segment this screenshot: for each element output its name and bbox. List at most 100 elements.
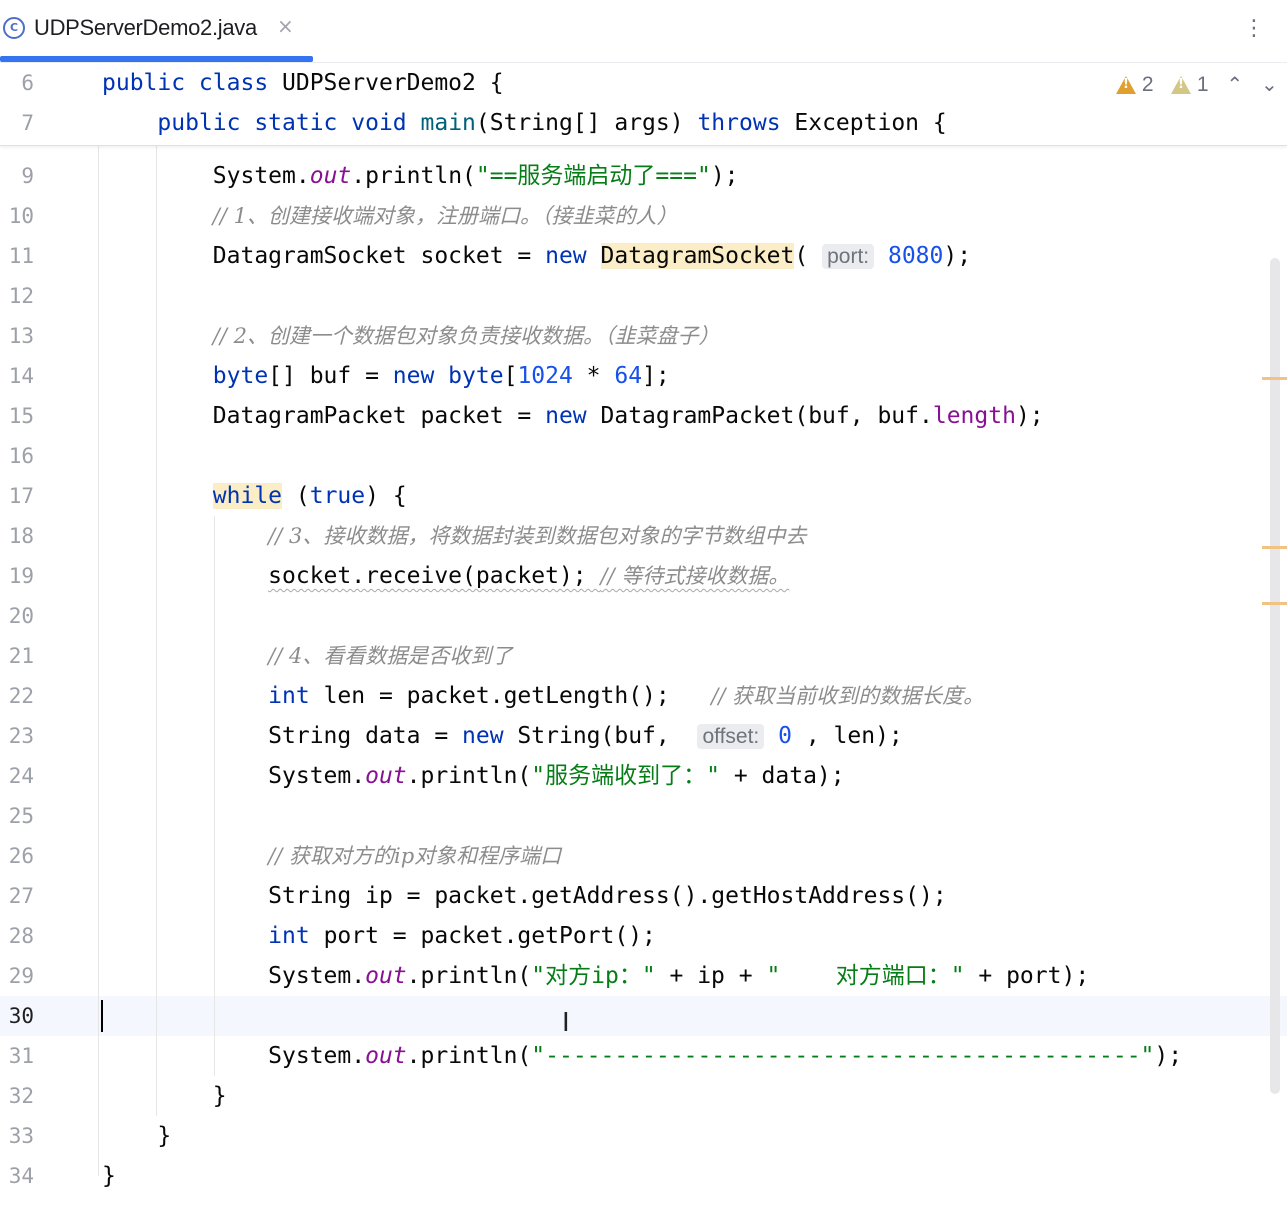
code-text: } <box>102 1123 172 1149</box>
code-text: System.out.println("==服务端启动了==="); <box>102 163 739 189</box>
code-line[interactable]: 10 // 1、创建接收端对象，注册端口。（接韭菜的人） <box>0 196 1287 236</box>
code-line[interactable]: 9 System.out.println("==服务端启动了==="); <box>0 156 1287 196</box>
code-line[interactable]: 26 // 获取对方的ip对象和程序端口 <box>0 836 1287 876</box>
close-icon[interactable]: × <box>277 14 294 38</box>
code-line[interactable]: 16 <box>0 436 1287 476</box>
vertical-scrollbar[interactable] <box>1270 258 1280 1094</box>
line-number: 14 <box>8 364 34 388</box>
code-text: } <box>102 1083 227 1109</box>
more-options-icon[interactable]: ⋮ <box>1243 14 1265 44</box>
line-number: 12 <box>8 284 34 308</box>
code-text: while (true) { <box>212 483 407 509</box>
code-line[interactable]: 17 while (true) { <box>0 476 1287 516</box>
line-number: 19 <box>8 564 34 588</box>
line-number: 23 <box>8 724 34 748</box>
code-line[interactable]: 32 } <box>0 1076 1287 1116</box>
code-text: System.out.println("对方ip：" + ip + " 对方端口… <box>102 963 1090 989</box>
code-line[interactable]: 11 DatagramSocket socket = new DatagramS… <box>0 236 1287 276</box>
indent-guide <box>156 146 157 1116</box>
java-class-icon: C <box>3 17 25 39</box>
line-number: 11 <box>8 244 34 268</box>
line-number: 20 <box>8 604 34 628</box>
line-number: 30 <box>8 1004 34 1028</box>
indent-guide <box>98 146 99 1176</box>
code-line[interactable]: 24 System.out.println("服务端收到了：" + data); <box>0 756 1287 796</box>
code-text: String data = new String(buf, offset: 0 … <box>102 723 903 749</box>
code-text: socket.receive(packet); // 等待式接收数据。 <box>268 563 790 589</box>
warning-stripe-marker[interactable] <box>1262 602 1287 605</box>
code-text: // 获取对方的ip对象和程序端口 <box>268 844 562 868</box>
line-number: 16 <box>8 444 34 468</box>
line-number: 28 <box>8 924 34 948</box>
code-text: public static void main(String[] args) t… <box>157 110 947 136</box>
warning-icon <box>1116 76 1136 95</box>
line-number: 22 <box>8 684 34 708</box>
line-number: 26 <box>8 844 34 868</box>
inspection-widget[interactable]: 2 1 ⌃ ⌄ <box>1116 72 1278 100</box>
code-text: DatagramSocket socket = new DatagramSock… <box>102 243 972 269</box>
code-line[interactable]: 12 <box>0 276 1287 316</box>
code-line[interactable]: 22 int len = packet.getLength(); // 获取当前… <box>0 676 1287 716</box>
code-line[interactable]: 34} <box>0 1156 1287 1196</box>
code-line[interactable]: 28 int port = packet.getPort(); <box>0 916 1287 956</box>
code-line[interactable]: 15 DatagramPacket packet = new DatagramP… <box>0 396 1287 436</box>
warning-stripe-marker[interactable] <box>1262 377 1287 380</box>
code-line[interactable]: 14 byte[] buf = new byte[1024 * 64]; <box>0 356 1287 396</box>
file-tab[interactable]: C UDPServerDemo2.java × <box>0 0 313 62</box>
code-text: // 2、创建一个数据包对象负责接收数据。（韭菜盘子） <box>212 324 720 348</box>
code-line-current[interactable]: 30 <box>0 996 1287 1036</box>
code-text: String ip = packet.getAddress().getHostA… <box>102 883 947 909</box>
code-line[interactable]: 25 <box>0 796 1287 836</box>
code-text: byte[] buf = new byte[1024 * 64]; <box>212 363 670 389</box>
code-text: int port = packet.getPort(); <box>268 923 656 949</box>
line-number: 33 <box>8 1124 34 1148</box>
code-line[interactable]: 20 <box>0 596 1287 636</box>
active-tab-indicator <box>0 56 313 62</box>
mouse-ibeam-icon: I <box>562 1008 570 1038</box>
code-text: public class UDPServerDemo2 { <box>102 70 504 96</box>
code-line[interactable]: 29 System.out.println("对方ip：" + ip + " 对… <box>0 956 1287 996</box>
line-number: 7 <box>21 111 34 135</box>
line-number: 27 <box>8 884 34 908</box>
code-line[interactable]: 23 String data = new String(buf, offset:… <box>0 716 1287 756</box>
warning-stripe-marker[interactable] <box>1262 546 1287 549</box>
line-number: 13 <box>8 324 34 348</box>
line-number: 32 <box>8 1084 34 1108</box>
code-line[interactable]: 31 System.out.println("-----------------… <box>0 1036 1287 1076</box>
code-text: // 3、接收数据，将数据封装到数据包对象的字节数组中去 <box>268 524 807 548</box>
line-number: 24 <box>8 764 34 788</box>
line-number: 29 <box>8 964 34 988</box>
code-editor[interactable]: 9 System.out.println("==服务端启动了==="); 10 … <box>0 156 1287 1196</box>
code-text: // 1、创建接收端对象，注册端口。（接韭菜的人） <box>212 204 678 228</box>
text-caret <box>101 1000 103 1032</box>
code-text: DatagramPacket packet = new DatagramPack… <box>102 403 1044 429</box>
code-line[interactable]: 18 // 3、接收数据，将数据封装到数据包对象的字节数组中去 <box>0 516 1287 556</box>
warning-count: 2 <box>1141 73 1154 96</box>
sticky-lines-panel: 6 public class UDPServerDemo2 { 7 public… <box>0 63 1287 146</box>
line-number: 15 <box>8 404 34 428</box>
line-number: 34 <box>8 1164 34 1188</box>
code-line[interactable]: 27 String ip = packet.getAddress().getHo… <box>0 876 1287 916</box>
code-text: int len = packet.getLength(); // 获取当前收到的… <box>268 683 985 709</box>
code-line[interactable]: 33 } <box>0 1116 1287 1156</box>
code-line[interactable]: 13 // 2、创建一个数据包对象负责接收数据。（韭菜盘子） <box>0 316 1287 356</box>
next-highlight-icon[interactable]: ⌄ <box>1261 72 1278 96</box>
line-number: 25 <box>8 804 34 828</box>
line-number: 10 <box>8 204 34 228</box>
line-number: 6 <box>21 71 34 95</box>
line-number: 17 <box>8 484 34 508</box>
line-number: 18 <box>8 524 34 548</box>
file-tab-title: UDPServerDemo2.java <box>34 15 257 40</box>
sticky-line[interactable]: 6 public class UDPServerDemo2 { <box>0 63 1287 103</box>
editor-tab-bar: C UDPServerDemo2.java × ⋮ <box>0 0 1287 63</box>
line-number: 21 <box>8 644 34 668</box>
code-line[interactable]: 21 // 4、看看数据是否收到了 <box>0 636 1287 676</box>
line-number: 31 <box>8 1044 34 1068</box>
code-line[interactable]: 19 socket.receive(packet); // 等待式接收数据。 <box>0 556 1287 596</box>
weak-warning-count: 1 <box>1196 73 1209 96</box>
previous-highlight-icon[interactable]: ⌃ <box>1226 72 1243 96</box>
sticky-line[interactable]: 7 public static void main(String[] args)… <box>0 103 1287 143</box>
code-text: System.out.println("--------------------… <box>102 1043 1183 1069</box>
indent-guide <box>214 516 215 1076</box>
weak-warning-icon <box>1171 76 1192 95</box>
